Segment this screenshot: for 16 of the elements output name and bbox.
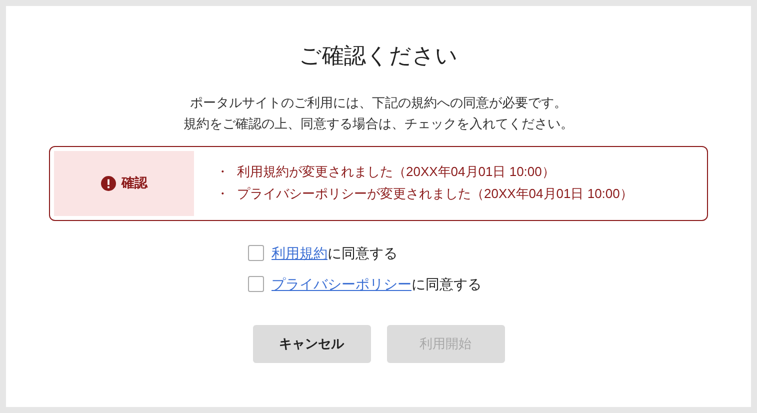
bullet-mark: ・ (216, 185, 229, 203)
notice-label: 確認 (122, 174, 148, 192)
agreement-checkbox[interactable] (248, 245, 264, 261)
alert-icon (100, 176, 116, 190)
bullet-mark: ・ (216, 163, 229, 181)
document-link[interactable]: プライバシーポリシー (272, 276, 412, 292)
instruction-text: ポータルサイトのご利用には、下記の規約への同意が必要です。 (190, 94, 567, 112)
notice-text: 利用規約が変更されました（20XX年04月01日 10:00） (237, 163, 555, 181)
agreement-checkbox[interactable] (248, 276, 264, 292)
instruction-text: 規約をご確認の上、同意する場合は、チェックを入れてください。 (184, 114, 574, 132)
notice-text: プライバシーポリシーが変更されました（20XX年04月01日 10:00） (237, 185, 633, 203)
dialog-button[interactable]: キャンセル (252, 324, 370, 362)
document-link[interactable]: 利用規約 (272, 244, 328, 260)
agreement-label: 利用規約に同意する (272, 244, 398, 262)
dialog-title: ご確認ください (299, 42, 458, 70)
agreement-label: プライバシーポリシーに同意する (272, 274, 482, 294)
